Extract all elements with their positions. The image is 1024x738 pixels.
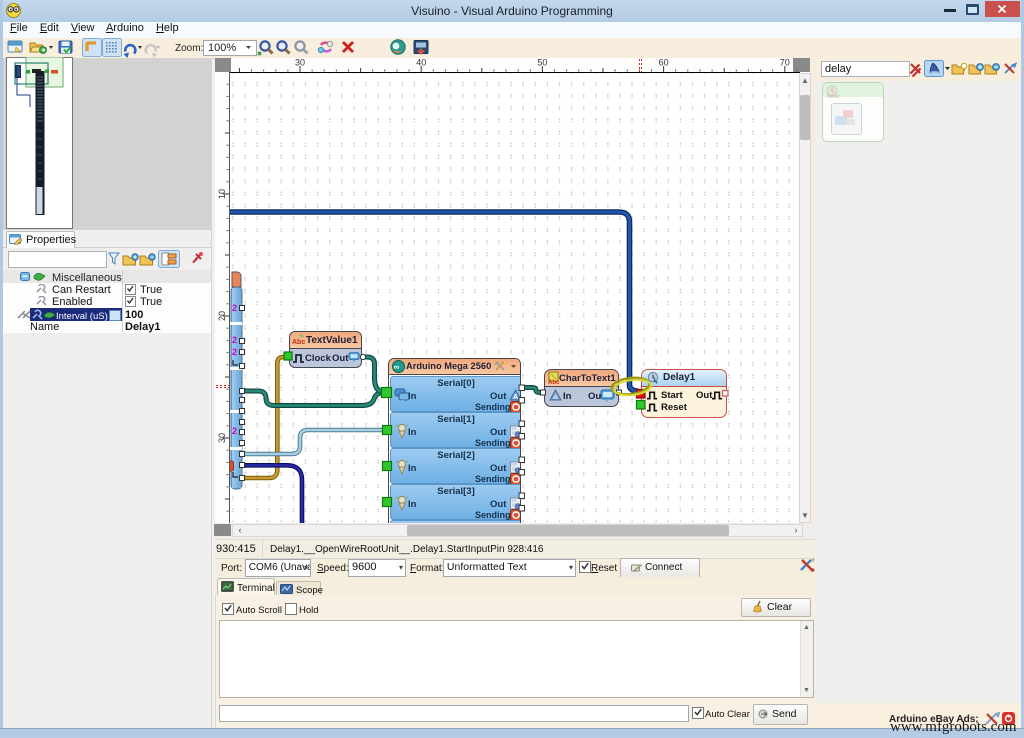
svg-text:100%: 100% (208, 42, 236, 54)
svg-text:50: 50 (537, 58, 547, 68)
svg-text:30: 30 (295, 58, 305, 68)
svg-text:30: 30 (217, 433, 227, 443)
svg-text:10: 10 (217, 189, 227, 199)
svg-text:Delay: Delay (827, 94, 840, 99)
svg-text:20: 20 (217, 311, 227, 321)
svg-text:40: 40 (416, 58, 426, 68)
svg-text:70: 70 (780, 58, 790, 68)
svg-text:Zoom:: Zoom: (175, 43, 203, 54)
svg-text:60: 60 (659, 58, 669, 68)
